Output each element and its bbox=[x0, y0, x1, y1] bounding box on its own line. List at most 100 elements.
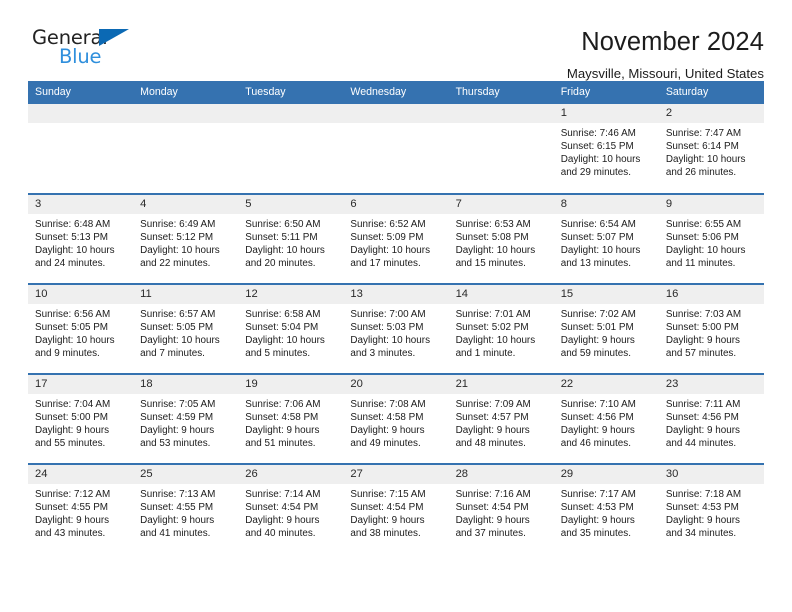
daylight-duration-line1: Daylight: 10 hours bbox=[245, 245, 325, 257]
calendar-day-cell[interactable]: 7 Sunrise: 6:53 AM Sunset: 5:08 PM Daylight… bbox=[448, 193, 554, 284]
daylight-duration-line1: Daylight: 10 hours bbox=[455, 245, 536, 257]
day-details: Sunrise: 7:47 AM Sunset: 6:14 PM Daylight:… bbox=[659, 123, 764, 179]
calendar-day-cell[interactable]: 27 Sunrise: 7:15 AM Sunset: 4:54 PM Dayligh… bbox=[343, 463, 449, 554]
calendar-week-row: 24 Sunrise: 7:12 AM Sunset: 4:55 PM Dayligh… bbox=[28, 463, 764, 554]
daylight-duration-line1: Daylight: 9 hours bbox=[245, 425, 320, 437]
daylight-duration-line1: Daylight: 9 hours bbox=[560, 425, 635, 437]
day-details: Sunrise: 6:50 AM Sunset: 5:11 PM Daylight:… bbox=[238, 214, 343, 270]
calendar-day-cell[interactable]: 14 Sunrise: 7:01 AM Sunset: 5:02 PM Dayligh… bbox=[448, 283, 554, 374]
day-details: Sunrise: 7:01 AM Sunset: 5:02 PM Daylight:… bbox=[449, 304, 554, 360]
calendar-day-cell[interactable]: 10 Sunrise: 6:56 AM Sunset: 5:05 PM Dayligh… bbox=[28, 283, 134, 374]
day-number: 16 bbox=[658, 285, 764, 304]
weekday-header-saturday: Saturday bbox=[658, 81, 764, 104]
daylight-duration-line1: Daylight: 10 hours bbox=[560, 154, 641, 166]
day-details: Sunrise: 7:02 AM Sunset: 5:01 PM Daylight:… bbox=[554, 304, 659, 360]
daylight-duration-line2: and 59 minutes. bbox=[560, 348, 631, 360]
calendar-day-cell-empty bbox=[448, 104, 554, 194]
calendar-day-cell[interactable]: 11 Sunrise: 6:57 AM Sunset: 5:05 PM Dayligh… bbox=[133, 283, 239, 374]
calendar-day-cell[interactable]: 12 Sunrise: 6:58 AM Sunset: 5:04 PM Dayligh… bbox=[238, 283, 344, 374]
calendar-body: 1 Sunrise: 7:46 AM Sunset: 6:15 PM Daylight… bbox=[28, 104, 764, 554]
daylight-duration-line1: Daylight: 9 hours bbox=[350, 425, 425, 437]
calendar-day-cell[interactable]: 1 Sunrise: 7:46 AM Sunset: 6:15 PM Daylight… bbox=[553, 104, 659, 194]
daylight-duration-line1: Daylight: 9 hours bbox=[455, 425, 530, 437]
calendar-day-cell[interactable]: 25 Sunrise: 7:13 AM Sunset: 4:55 PM Dayligh… bbox=[133, 463, 239, 554]
day-number bbox=[343, 104, 449, 123]
sunrise-time: Sunrise: 7:00 AM bbox=[350, 309, 426, 320]
calendar-week-row: 17 Sunrise: 7:04 AM Sunset: 5:00 PM Dayligh… bbox=[28, 373, 764, 464]
day-number: 19 bbox=[238, 375, 344, 394]
calendar-day-cell[interactable]: 23 Sunrise: 7:11 AM Sunset: 4:56 PM Dayligh… bbox=[658, 373, 764, 464]
calendar-day-cell[interactable]: 15 Sunrise: 7:02 AM Sunset: 5:01 PM Dayligh… bbox=[553, 283, 659, 374]
daylight-duration-line1: Daylight: 9 hours bbox=[665, 515, 740, 527]
sunset-time: Sunset: 5:07 PM bbox=[560, 232, 634, 244]
calendar-day-cell-empty bbox=[28, 104, 134, 194]
calendar-week-row: 3 Sunrise: 6:48 AM Sunset: 5:13 PM Daylight… bbox=[28, 193, 764, 284]
calendar-day-cell[interactable]: 21 Sunrise: 7:09 AM Sunset: 4:57 PM Dayligh… bbox=[448, 373, 554, 464]
calendar-day-cell[interactable]: 8 Sunrise: 6:54 AM Sunset: 5:07 PM Daylight… bbox=[553, 193, 659, 284]
day-number: 25 bbox=[133, 465, 239, 484]
weekday-header-thursday: Thursday bbox=[448, 81, 554, 104]
calendar-day-cell[interactable]: 13 Sunrise: 7:00 AM Sunset: 5:03 PM Dayligh… bbox=[343, 283, 449, 374]
sunrise-time: Sunrise: 6:54 AM bbox=[560, 219, 636, 230]
daylight-duration-line1: Daylight: 10 hours bbox=[35, 335, 115, 347]
calendar-day-cell[interactable]: 19 Sunrise: 7:06 AM Sunset: 4:58 PM Dayligh… bbox=[238, 373, 344, 464]
day-details: Sunrise: 7:46 AM Sunset: 6:15 PM Daylight:… bbox=[554, 123, 659, 179]
calendar-day-cell[interactable]: 17 Sunrise: 7:04 AM Sunset: 5:00 PM Dayligh… bbox=[28, 373, 134, 464]
daylight-duration-line2: and 57 minutes. bbox=[665, 348, 737, 360]
weekday-header-tuesday: Tuesday bbox=[238, 81, 344, 104]
daylight-duration-line2: and 3 minutes. bbox=[350, 348, 416, 360]
daylight-duration-line2: and 35 minutes. bbox=[560, 528, 631, 540]
day-number: 22 bbox=[553, 375, 659, 394]
calendar-day-cell[interactable]: 24 Sunrise: 7:12 AM Sunset: 4:55 PM Dayligh… bbox=[28, 463, 134, 554]
calendar-day-cell[interactable]: 6 Sunrise: 6:52 AM Sunset: 5:09 PM Daylight… bbox=[343, 193, 449, 284]
calendar-week-row: 1 Sunrise: 7:46 AM Sunset: 6:15 PM Daylight… bbox=[28, 104, 764, 194]
sunrise-time: Sunrise: 7:04 AM bbox=[35, 399, 111, 410]
page-subtitle: Maysville, Missouri, United States bbox=[566, 66, 764, 81]
calendar-day-cell[interactable]: 28 Sunrise: 7:16 AM Sunset: 4:54 PM Dayligh… bbox=[448, 463, 554, 554]
daylight-duration-line1: Daylight: 10 hours bbox=[560, 245, 641, 257]
daylight-duration-line1: Daylight: 9 hours bbox=[665, 335, 740, 347]
sunset-time: Sunset: 5:05 PM bbox=[35, 322, 109, 334]
calendar-day-cell[interactable]: 4 Sunrise: 6:49 AM Sunset: 5:12 PM Daylight… bbox=[133, 193, 239, 284]
daylight-duration-line1: Daylight: 9 hours bbox=[455, 515, 530, 527]
day-details: Sunrise: 6:58 AM Sunset: 5:04 PM Daylight:… bbox=[238, 304, 343, 360]
day-details: Sunrise: 6:48 AM Sunset: 5:13 PM Daylight:… bbox=[28, 214, 133, 270]
daylight-duration-line2: and 46 minutes. bbox=[560, 438, 631, 450]
calendar-day-cell[interactable]: 22 Sunrise: 7:10 AM Sunset: 4:56 PM Dayligh… bbox=[553, 373, 659, 464]
daylight-duration-line2: and 11 minutes. bbox=[665, 258, 736, 270]
daylight-duration-line2: and 51 minutes. bbox=[245, 438, 316, 450]
day-details: Sunrise: 7:09 AM Sunset: 4:57 PM Daylight:… bbox=[449, 394, 554, 450]
calendar-day-cell[interactable]: 26 Sunrise: 7:14 AM Sunset: 4:54 PM Dayligh… bbox=[238, 463, 344, 554]
calendar-day-cell[interactable]: 2 Sunrise: 7:47 AM Sunset: 6:14 PM Daylight… bbox=[658, 104, 764, 194]
daylight-duration-line2: and 37 minutes. bbox=[455, 528, 526, 540]
day-number: 27 bbox=[343, 465, 449, 484]
daylight-duration-line2: and 26 minutes. bbox=[665, 167, 737, 179]
day-details: Sunrise: 6:52 AM Sunset: 5:09 PM Daylight:… bbox=[343, 214, 448, 270]
daylight-duration-line2: and 43 minutes. bbox=[35, 528, 106, 540]
calendar-day-cell[interactable]: 29 Sunrise: 7:17 AM Sunset: 4:53 PM Dayligh… bbox=[553, 463, 659, 554]
daylight-duration-line1: Daylight: 10 hours bbox=[350, 335, 431, 347]
calendar-day-cell[interactable]: 30 Sunrise: 7:18 AM Sunset: 4:53 PM Dayligh… bbox=[658, 463, 764, 554]
daylight-duration-line2: and 20 minutes. bbox=[245, 258, 316, 270]
calendar-day-cell-empty bbox=[238, 104, 344, 194]
daylight-duration-line2: and 53 minutes. bbox=[140, 438, 211, 450]
daylight-duration-line2: and 13 minutes. bbox=[560, 258, 631, 270]
sunset-time: Sunset: 5:00 PM bbox=[35, 412, 109, 424]
calendar-day-cell[interactable]: 9 Sunrise: 6:55 AM Sunset: 5:06 PM Daylight… bbox=[658, 193, 764, 284]
daylight-duration-line2: and 15 minutes. bbox=[455, 258, 526, 270]
calendar-day-cell[interactable]: 5 Sunrise: 6:50 AM Sunset: 5:11 PM Daylight… bbox=[238, 193, 344, 284]
calendar-week-row: 10 Sunrise: 6:56 AM Sunset: 5:05 PM Dayligh… bbox=[28, 283, 764, 374]
sunrise-sunset-calendar: Sunday Monday Tuesday Wednesday Thursday Frid… bbox=[28, 81, 764, 554]
daylight-duration-line2: and 24 minutes. bbox=[35, 258, 106, 270]
calendar-day-cell[interactable]: 16 Sunrise: 7:03 AM Sunset: 5:00 PM Dayligh… bbox=[658, 283, 764, 374]
daylight-duration-line1: Daylight: 9 hours bbox=[560, 335, 635, 347]
day-details: Sunrise: 7:16 AM Sunset: 4:54 PM Daylight:… bbox=[449, 484, 554, 540]
day-details: Sunrise: 7:14 AM Sunset: 4:54 PM Daylight:… bbox=[238, 484, 343, 540]
calendar-day-cell[interactable]: 20 Sunrise: 7:08 AM Sunset: 4:58 PM Dayligh… bbox=[343, 373, 449, 464]
sunset-time: Sunset: 5:13 PM bbox=[35, 232, 109, 244]
calendar-day-cell[interactable]: 18 Sunrise: 7:05 AM Sunset: 4:59 PM Dayligh… bbox=[133, 373, 239, 464]
weekday-header-friday: Friday bbox=[553, 81, 659, 104]
calendar-day-cell[interactable]: 3 Sunrise: 6:48 AM Sunset: 5:13 PM Daylight… bbox=[28, 193, 134, 284]
sunset-time: Sunset: 5:03 PM bbox=[350, 322, 424, 334]
day-number: 10 bbox=[28, 285, 134, 304]
